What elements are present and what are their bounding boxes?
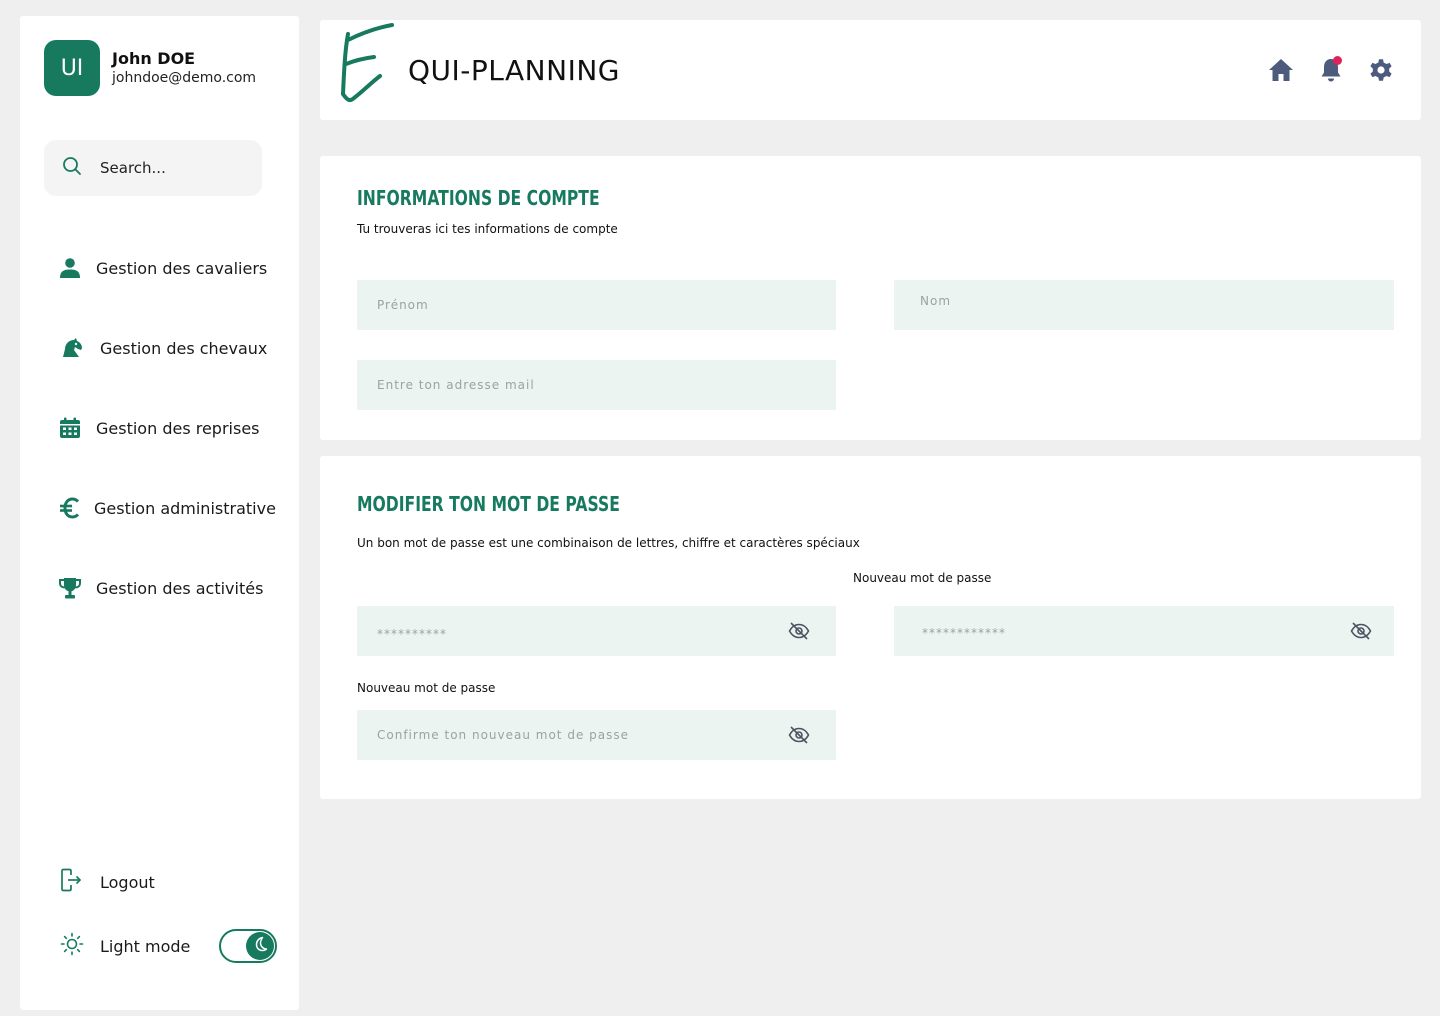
sidebar-item-chevaux[interactable]: Gestion des chevaux [60,333,267,363]
light-mode-row: Light mode [60,931,190,961]
logo-text: QUI-PLANNING [408,54,620,87]
logout-icon [60,868,82,896]
moon-icon [252,936,268,956]
search-placeholder: Search... [100,159,166,177]
eye-off-icon[interactable] [1350,621,1372,641]
trophy-icon [58,576,82,600]
sidebar-item-label: Gestion des cavaliers [96,258,268,278]
confirm-password-placeholder: Confirme ton nouveau mot de passe [377,728,629,742]
lastname-placeholder: Nom [920,294,952,308]
notification-badge [1333,56,1342,65]
toggle-knob [246,932,274,960]
gear-icon [1370,59,1392,81]
eye-off-icon[interactable] [788,621,810,641]
sidebar-item-activites[interactable]: Gestion des activités [58,573,263,603]
user-profile[interactable]: UI John DOE johndoe@demo.com [44,40,256,96]
avatar: UI [44,40,100,96]
profile-text: John DOE johndoe@demo.com [112,49,256,87]
user-icon [58,256,82,280]
email-field[interactable]: Entre ton adresse mail [357,360,836,410]
horse-icon [60,336,84,360]
confirm-password-label: Nouveau mot de passe [357,681,496,695]
password-card: Modifier ton mot de passe Un bon mot de … [320,456,1421,799]
sidebar: UI John DOE johndoe@demo.com Search... G… [20,16,299,1010]
sidebar-item-label: Gestion des reprises [96,418,260,438]
sidebar-item-label: Gestion des chevaux [100,338,268,358]
notifications-button[interactable] [1317,56,1345,84]
firstname-field[interactable]: Prénom [357,280,836,330]
light-mode-label: Light mode [100,936,191,956]
current-password-value: ********** [377,627,447,641]
new-password-value: ************ [922,626,1006,640]
eye-off-icon[interactable] [788,725,810,745]
profile-name: John DOE [112,49,196,68]
app-logo[interactable]: QUI-PLANNING [340,22,640,118]
account-title: Informations de compte [357,186,600,210]
new-password-label: Nouveau mot de passe [853,571,992,585]
logout-label: Logout [100,872,155,892]
account-info-card: Informations de compte Tu trouveras ici … [320,156,1421,440]
sun-icon [60,932,84,960]
new-password-field[interactable]: ************ [894,606,1394,656]
home-button[interactable] [1267,56,1295,84]
lastname-field[interactable]: Nom [894,280,1394,330]
euro-icon [58,496,82,520]
top-header: QUI-PLANNING [320,20,1421,120]
logo-e-mark [341,23,394,103]
firstname-placeholder: Prénom [377,298,429,312]
sidebar-item-label: Gestion des activités [96,578,264,598]
sidebar-item-reprises[interactable]: Gestion des reprises [58,413,260,443]
sidebar-item-administrative[interactable]: Gestion administrative [58,493,276,523]
profile-email: johndoe@demo.com [112,70,257,86]
settings-button[interactable] [1367,56,1395,84]
account-subtitle: Tu trouveras ici tes informations de com… [357,222,618,236]
email-placeholder: Entre ton adresse mail [377,378,535,392]
sidebar-item-cavaliers[interactable]: Gestion des cavaliers [58,253,267,283]
password-title: Modifier ton mot de passe [357,492,620,516]
theme-toggle[interactable] [219,929,277,963]
sidebar-item-label: Gestion administrative [94,498,276,518]
header-actions [1267,56,1395,84]
calendar-icon [58,416,82,440]
home-icon [1269,59,1293,81]
password-subtitle: Un bon mot de passe est une combinaison … [357,536,860,550]
current-password-field[interactable]: ********** [357,606,836,656]
search-icon [62,156,82,180]
confirm-password-field[interactable]: Confirme ton nouveau mot de passe [357,710,836,760]
logout-button[interactable]: Logout [60,867,155,897]
search-input[interactable]: Search... [44,140,262,196]
